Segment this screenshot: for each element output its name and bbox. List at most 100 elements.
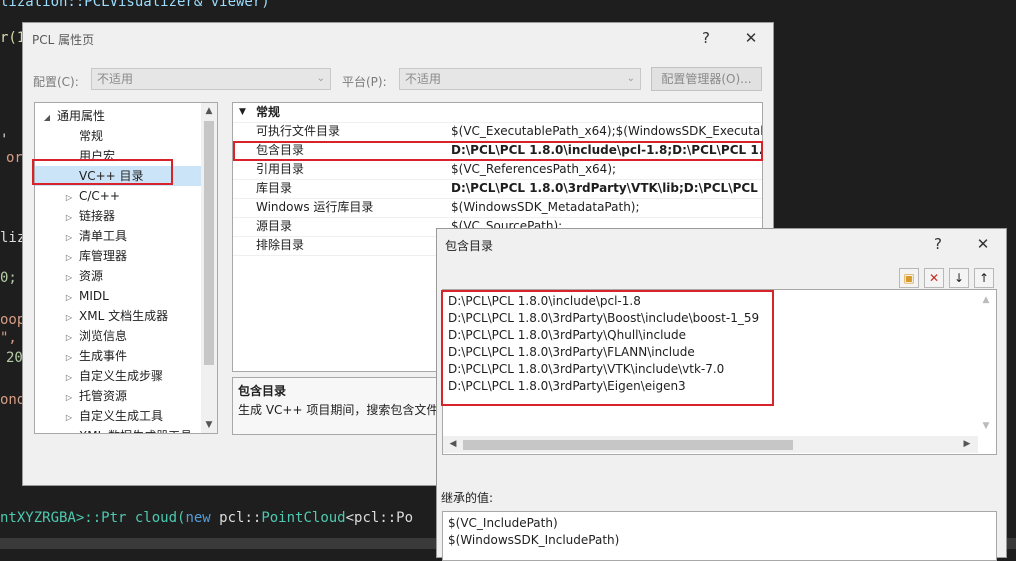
property-row[interactable]: 包含目录 D:\PCL\PCL 1.8.0\include\pcl-1.8;D:\… (233, 141, 762, 161)
property-row[interactable]: 可执行文件目录 $(VC_ExecutablePath_x64);$(Window… (233, 122, 762, 142)
chevron-down-icon: ⌄ (316, 73, 325, 84)
tree-item[interactable]: 常规 (35, 126, 217, 146)
code-text: ", (0, 330, 17, 346)
expand-icon[interactable]: ▷ (63, 208, 75, 228)
expand-icon[interactable]: ▷ (63, 308, 75, 328)
scroll-down-icon[interactable]: ▼ (201, 417, 217, 433)
platform-value: 不适用 (405, 72, 442, 86)
code-line-9: 20 (6, 350, 23, 366)
property-value[interactable]: D:\PCL\PCL 1.8.0\3rdParty\VTK\lib;D:\PCL… (451, 179, 762, 198)
tree-item-label: 自定义生成步骤 (79, 369, 164, 383)
tree-item[interactable]: ▷ 生成事件 (35, 346, 217, 368)
tree-item-label: 清单工具 (79, 229, 128, 243)
tree-item-label: 资源 (79, 269, 104, 283)
config-value: 不适用 (97, 72, 134, 86)
include-path-item[interactable]: D:\PCL\PCL 1.8.0\3rdParty\FLANN\include (448, 344, 695, 361)
expand-icon[interactable]: ▷ (63, 408, 75, 428)
include-path-item[interactable]: D:\PCL\PCL 1.8.0\include\pcl-1.8 (448, 293, 641, 310)
tree-item[interactable]: ▷ 库管理器 (35, 246, 217, 268)
tree-item[interactable]: 用户宏 (35, 146, 217, 166)
property-name: 包含目录 (256, 143, 305, 157)
grid-group-header[interactable]: ▼ 常规 (233, 103, 762, 123)
property-name: Windows 运行库目录 (256, 200, 374, 214)
group-label: 常规 (256, 105, 281, 119)
code-text: new (185, 510, 211, 526)
tree-item[interactable]: ▷ C/C++ (35, 186, 217, 208)
tree-item[interactable]: VC++ 目录 (35, 166, 217, 186)
move-down-icon[interactable]: ↓ (949, 268, 969, 288)
move-up-icon[interactable]: ↑ (974, 268, 994, 288)
tree-item-label: XML 文档生成器 (79, 309, 169, 323)
expand-icon[interactable]: ▷ (63, 348, 75, 368)
tree-item-label: 自定义生成工具 (79, 409, 164, 423)
include-path-item[interactable]: D:\PCL\PCL 1.8.0\3rdParty\VTK\include\vt… (448, 361, 724, 378)
new-folder-icon[interactable]: ▣ (899, 268, 919, 288)
tree-item[interactable]: ▷ 链接器 (35, 206, 217, 228)
collapse-icon[interactable]: ▼ (239, 103, 246, 122)
tree-item[interactable]: ▷ 清单工具 (35, 226, 217, 248)
code-line-8: ", (0, 330, 17, 346)
property-value[interactable]: $(WindowsSDK_MetadataPath); (451, 198, 640, 217)
property-row[interactable]: Windows 运行库目录 $(WindowsSDK_MetadataPath); (233, 198, 762, 218)
scroll-up-icon[interactable]: ▲ (201, 103, 217, 119)
property-row[interactable]: 引用目录 $(VC_ReferencesPath_x64); (233, 160, 762, 180)
scroll-thumb[interactable] (204, 121, 214, 365)
close-button[interactable]: ✕ (972, 233, 994, 255)
include-path-item[interactable]: D:\PCL\PCL 1.8.0\3rdParty\Qhull\include (448, 327, 686, 344)
expand-icon[interactable]: ▷ (63, 288, 75, 308)
tree-item[interactable]: ▷ 浏览信息 (35, 326, 217, 348)
property-value[interactable]: $(VC_ReferencesPath_x64); (451, 160, 616, 179)
help-button[interactable]: ? (695, 27, 717, 49)
scroll-left-icon[interactable]: ◀ (445, 436, 461, 452)
list-horizontal-scrollbar[interactable]: ◀ ▶ (443, 436, 978, 453)
tree-scrollbar[interactable]: ▲ ▼ (201, 103, 217, 433)
config-manager-button[interactable]: 配置管理器(O)... (651, 67, 762, 91)
expand-icon[interactable]: ▷ (63, 368, 75, 388)
inherited-value: $(WindowsSDK_IncludePath) (448, 533, 620, 547)
tree-item[interactable]: ▷ XML 数据生成器工具 (35, 426, 217, 433)
expand-icon[interactable]: ▷ (63, 248, 75, 268)
config-select[interactable]: 不适用 ⌄ (91, 68, 331, 90)
close-button[interactable]: ✕ (740, 27, 762, 49)
code-text: <pcl::Po (345, 510, 414, 526)
tree-item[interactable]: ▷ XML 文档生成器 (35, 306, 217, 328)
tree-item-label: 链接器 (79, 209, 116, 223)
platform-select[interactable]: 不适用 ⌄ (399, 68, 641, 90)
help-button[interactable]: ? (927, 233, 949, 255)
platform-label: 平台(P): (342, 75, 387, 89)
scroll-thumb[interactable] (463, 440, 793, 450)
tree-item[interactable]: ▷ MIDL (35, 286, 217, 308)
dialog-title: 包含目录 (445, 239, 494, 253)
property-value[interactable]: $(VC_ExecutablePath_x64);$(WindowsSDK_Ex… (451, 122, 762, 141)
code-text: 0; (0, 270, 17, 286)
include-path-item[interactable]: D:\PCL\PCL 1.8.0\3rdParty\Eigen\eigen3 (448, 378, 686, 395)
tree-item[interactable]: ▷ 自定义生成工具 (35, 406, 217, 428)
code-text: 20 (6, 350, 23, 366)
expand-icon[interactable]: ▷ (63, 328, 75, 348)
tree-item-label: 生成事件 (79, 349, 128, 363)
property-name: 源目录 (256, 219, 293, 233)
tree-item[interactable]: ◢ 通用属性 (35, 106, 207, 126)
expanded-icon[interactable]: ◢ (41, 108, 53, 128)
expand-icon[interactable]: ▷ (63, 188, 75, 208)
delete-icon[interactable]: ✕ (924, 268, 944, 288)
expand-icon[interactable]: ▷ (63, 428, 75, 433)
inherited-value: $(VC_IncludePath) (448, 516, 558, 530)
tree-item-label: 浏览信息 (79, 329, 128, 343)
scroll-down-icon[interactable]: ▼ (978, 418, 994, 434)
tree-item[interactable]: ▷ 托管资源 (35, 386, 217, 408)
tree-item[interactable]: ▷ 资源 (35, 266, 217, 288)
include-path-item[interactable]: D:\PCL\PCL 1.8.0\3rdParty\Boost\include\… (448, 310, 759, 327)
scroll-up-icon[interactable]: ▲ (978, 292, 994, 308)
expand-icon[interactable]: ▷ (63, 388, 75, 408)
property-name: 库目录 (256, 181, 293, 195)
code-text: or (6, 150, 23, 166)
expand-icon[interactable]: ▷ (63, 228, 75, 248)
list-vertical-scrollbar[interactable]: ▲ ▼ (978, 292, 994, 452)
property-row[interactable]: 库目录 D:\PCL\PCL 1.8.0\3rdParty\VTK\lib;D:\… (233, 179, 762, 199)
scroll-right-icon[interactable]: ▶ (959, 436, 975, 452)
property-value[interactable]: D:\PCL\PCL 1.8.0\include\pcl-1.8;D:\PCL\… (451, 141, 762, 160)
tree-item-label: 常规 (79, 129, 104, 143)
tree-item[interactable]: ▷ 自定义生成步骤 (35, 366, 217, 388)
expand-icon[interactable]: ▷ (63, 268, 75, 288)
